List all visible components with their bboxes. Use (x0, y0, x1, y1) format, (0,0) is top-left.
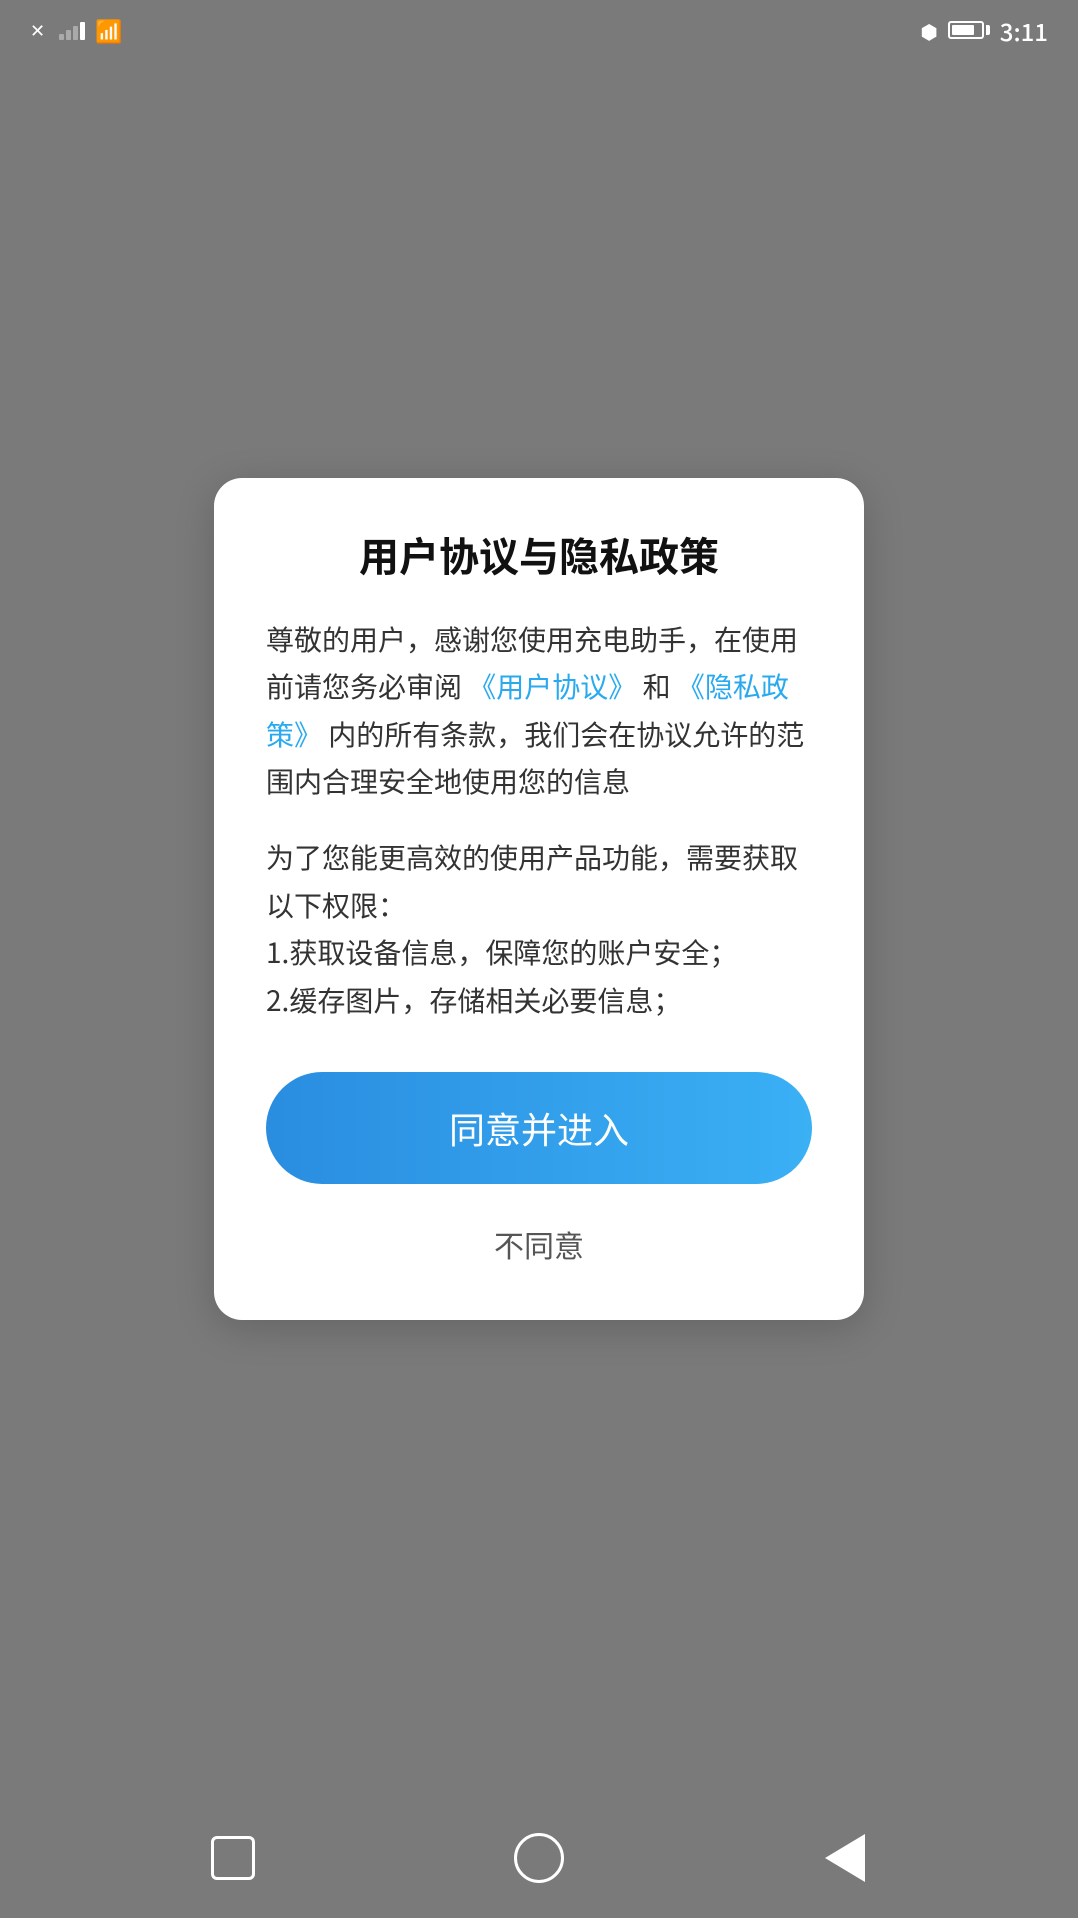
dialog-body-section1: 尊敬的用户，感谢您使用充电助手，在使用前请您务必审阅 《用户协议》 和 《隐私政… (266, 616, 812, 806)
nav-bar (0, 1798, 1078, 1918)
recent-apps-button[interactable] (203, 1828, 263, 1888)
dialog-title: 用户协议与隐私政策 (266, 528, 812, 580)
home-icon (514, 1833, 564, 1883)
agree-button[interactable]: 同意并进入 (266, 1072, 812, 1184)
home-button[interactable] (509, 1828, 569, 1888)
back-button[interactable] (815, 1828, 875, 1888)
privacy-dialog: 用户协议与隐私政策 尊敬的用户，感谢您使用充电助手，在使用前请您务必审阅 《用户… (214, 478, 864, 1321)
dialog-body-section2: 为了您能更高效的使用产品功能，需要获取以下权限： 1.获取设备信息，保障您的账户… (266, 834, 812, 1024)
back-icon (825, 1834, 865, 1882)
body-text-part3: 内的所有条款，我们会在协议允许的范围内合理安全地使用您的信息 (266, 714, 804, 802)
dialog-overlay: 用户协议与隐私政策 尊敬的用户，感谢您使用充电助手，在使用前请您务必审阅 《用户… (0, 0, 1078, 1798)
permission-2: 2.缓存图片，存储相关必要信息； (266, 977, 812, 1025)
recent-apps-icon (211, 1836, 255, 1880)
body-text-part2: 和 (643, 666, 671, 706)
user-agreement-link[interactable]: 《用户协议》 (468, 666, 636, 706)
disagree-button[interactable]: 不同意 (266, 1208, 812, 1280)
permissions-intro: 为了您能更高效的使用产品功能，需要获取以下权限： (266, 834, 812, 929)
permission-1: 1.获取设备信息，保障您的账户安全； (266, 929, 812, 977)
